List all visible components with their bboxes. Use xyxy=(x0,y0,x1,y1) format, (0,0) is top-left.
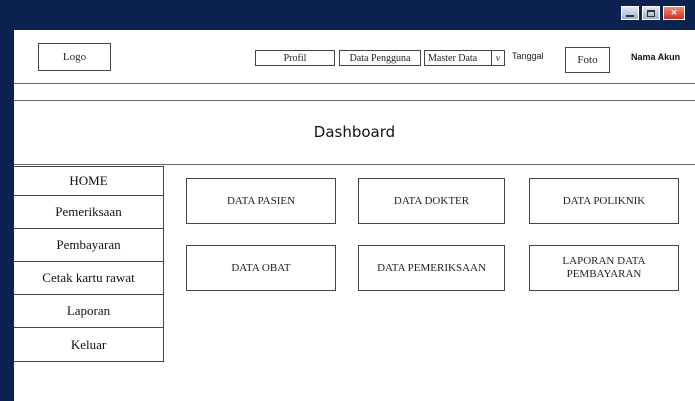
close-icon: × xyxy=(670,7,678,18)
app-content: Logo Profil Data Pengguna Master Data v … xyxy=(14,30,695,401)
sidebar-item-cetak-kartu-rawat[interactable]: Cetak kartu rawat xyxy=(14,262,163,295)
dropdown-arrow-icon[interactable]: v xyxy=(491,51,504,65)
data-pemeriksaan-card[interactable]: DATA PEMERIKSAAN xyxy=(358,245,505,291)
sidebar-item-pemeriksaan[interactable]: Pemeriksaan xyxy=(14,196,163,229)
master-data-dropdown[interactable]: Master Data v xyxy=(424,50,505,66)
minimize-button[interactable] xyxy=(621,6,639,20)
page-title: Dashboard xyxy=(313,123,396,141)
data-pasien-card[interactable]: DATA PASIEN xyxy=(186,178,336,224)
window-title-bar: × xyxy=(0,0,695,30)
window-left-border xyxy=(0,0,14,401)
data-poliknik-card[interactable]: DATA POLIKNIK xyxy=(529,178,679,224)
tanggal-label: Tanggal xyxy=(512,51,544,61)
maximize-icon xyxy=(647,9,655,17)
header-divider xyxy=(14,83,695,84)
sidebar-menu: HOME Pemeriksaan Pembayaran Cetak kartu … xyxy=(14,166,164,362)
minimize-icon xyxy=(626,14,634,17)
window-controls: × xyxy=(621,6,685,20)
sidebar-item-keluar[interactable]: Keluar xyxy=(14,328,163,361)
profil-button[interactable]: Profil xyxy=(255,50,335,66)
laporan-data-pembayaran-card[interactable]: LAPORAN DATA PEMBAYARAN xyxy=(529,245,679,291)
logo: Logo xyxy=(38,43,111,71)
sidebar-item-pembayaran[interactable]: Pembayaran xyxy=(14,229,163,262)
maximize-button[interactable] xyxy=(642,6,660,20)
sidebar-item-home[interactable]: HOME xyxy=(14,167,163,196)
title-top-divider xyxy=(14,100,695,101)
avatar[interactable]: Foto xyxy=(565,47,610,73)
title-bottom-divider xyxy=(14,164,695,165)
data-obat-card[interactable]: DATA OBAT xyxy=(186,245,336,291)
sidebar-item-laporan[interactable]: Laporan xyxy=(14,295,163,328)
data-dokter-card[interactable]: DATA DOKTER xyxy=(358,178,505,224)
data-pengguna-button[interactable]: Data Pengguna xyxy=(339,50,421,66)
master-data-label: Master Data xyxy=(428,52,478,64)
close-button[interactable]: × xyxy=(663,6,685,20)
account-name[interactable]: Nama Akun xyxy=(631,52,680,62)
